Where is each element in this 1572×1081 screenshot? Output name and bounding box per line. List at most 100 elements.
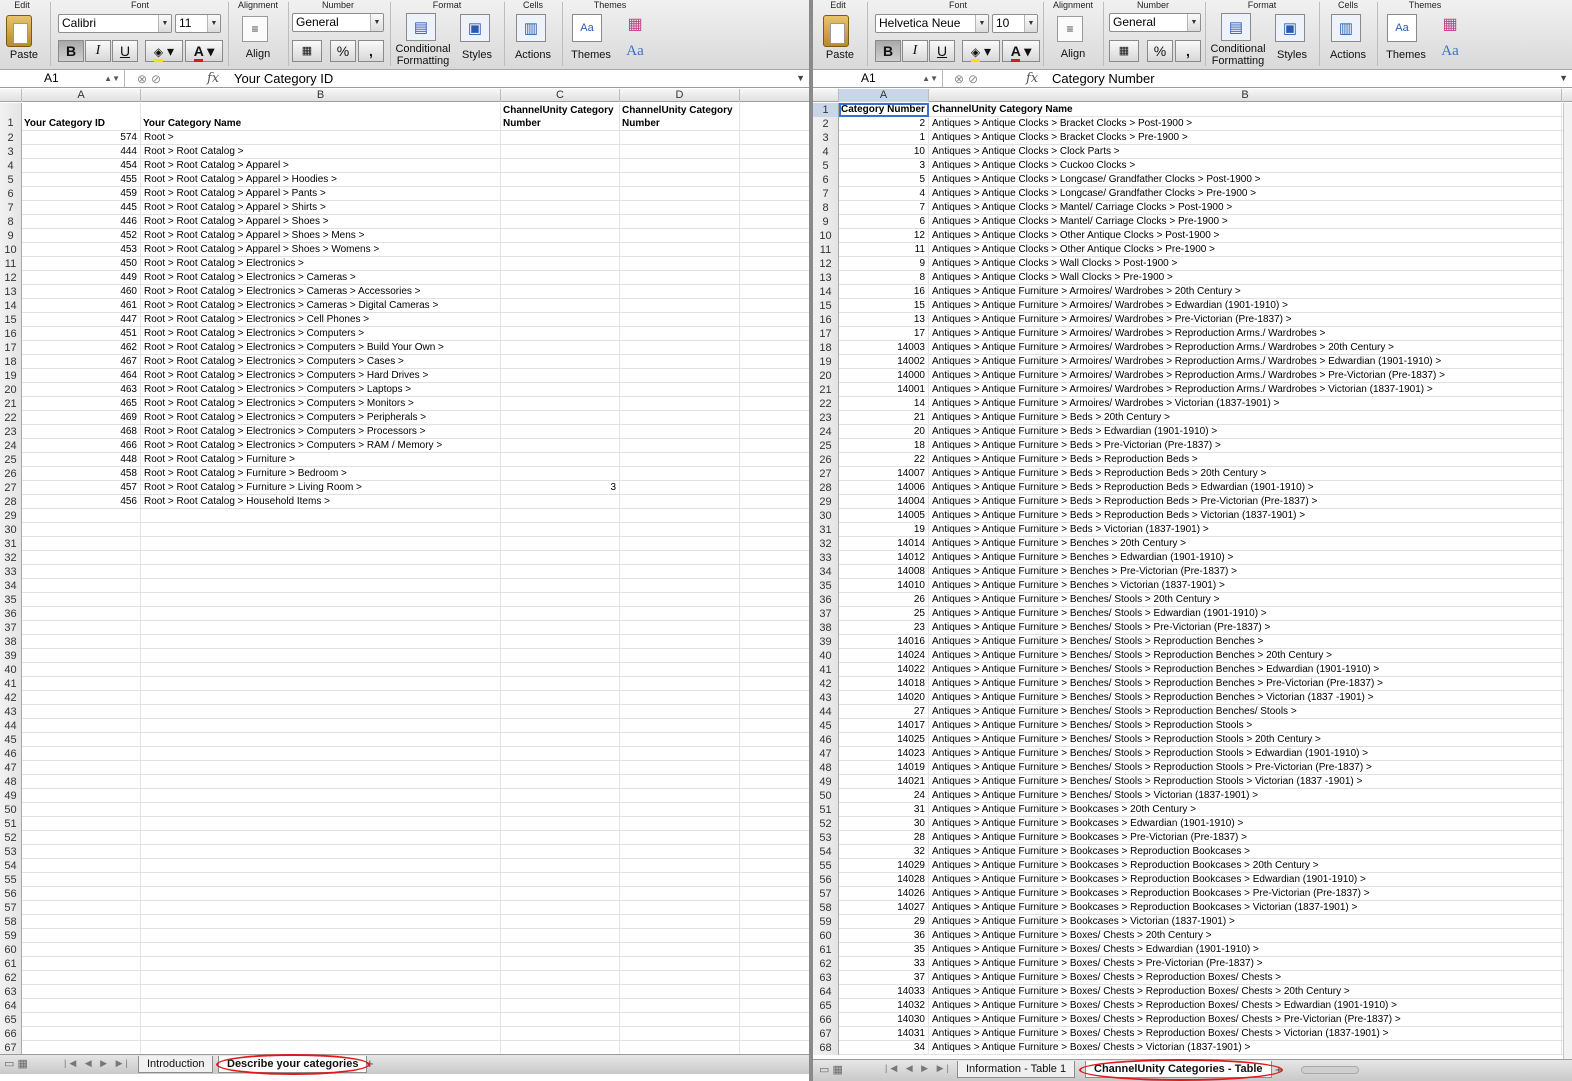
- column-header-A[interactable]: A: [839, 89, 929, 102]
- cell[interactable]: 25: [839, 607, 929, 621]
- cell[interactable]: [620, 215, 740, 229]
- sheet-navigation-arrows[interactable]: |◀ ◀ ▶ ▶|: [885, 1063, 952, 1074]
- cell[interactable]: [22, 579, 141, 593]
- cell[interactable]: [22, 971, 141, 985]
- row-number[interactable]: 2: [813, 117, 839, 131]
- cell[interactable]: [501, 915, 620, 929]
- cell[interactable]: 14028: [839, 873, 929, 887]
- cell[interactable]: [22, 649, 141, 663]
- row-number[interactable]: 32: [0, 551, 22, 565]
- cell[interactable]: Antiques > Antique Furniture > Bookcases…: [929, 915, 1562, 929]
- row-number[interactable]: 53: [0, 845, 22, 859]
- row-number[interactable]: 52: [813, 817, 839, 831]
- cell[interactable]: 12: [839, 229, 929, 243]
- row-number[interactable]: 59: [0, 929, 22, 943]
- cell[interactable]: 17: [839, 327, 929, 341]
- underline-button[interactable]: U: [112, 40, 138, 62]
- cell[interactable]: 3: [839, 159, 929, 173]
- row-number[interactable]: 62: [0, 971, 22, 985]
- cell[interactable]: 449: [22, 271, 141, 285]
- cell[interactable]: [501, 747, 620, 761]
- cell[interactable]: Antiques > Antique Furniture > Benches/ …: [929, 705, 1562, 719]
- cell[interactable]: [501, 789, 620, 803]
- cell[interactable]: [501, 579, 620, 593]
- percent-button[interactable]: %: [330, 40, 356, 62]
- cell[interactable]: [141, 691, 501, 705]
- cell[interactable]: [501, 215, 620, 229]
- number-format-select[interactable]: General ▼: [1109, 13, 1201, 32]
- sheet-tab[interactable]: Information - Table 1: [957, 1061, 1076, 1078]
- row-number[interactable]: 51: [813, 803, 839, 817]
- cell[interactable]: [22, 845, 141, 859]
- cell[interactable]: [501, 187, 620, 201]
- cell[interactable]: [501, 817, 620, 831]
- cell[interactable]: [501, 439, 620, 453]
- cell[interactable]: 27: [839, 705, 929, 719]
- font-name-select[interactable]: Helvetica Neue ▼: [875, 14, 989, 33]
- row-number[interactable]: 55: [813, 859, 839, 873]
- cell[interactable]: Antiques > Antique Furniture > Benches/ …: [929, 733, 1562, 747]
- row-number[interactable]: 64: [813, 985, 839, 999]
- cell[interactable]: [620, 677, 740, 691]
- cell[interactable]: [501, 663, 620, 677]
- cell[interactable]: [141, 859, 501, 873]
- cell[interactable]: [22, 831, 141, 845]
- cell[interactable]: [22, 985, 141, 999]
- row-number[interactable]: 10: [813, 229, 839, 243]
- cell[interactable]: [22, 817, 141, 831]
- row-number[interactable]: 43: [813, 691, 839, 705]
- row-number[interactable]: 47: [0, 761, 22, 775]
- cell[interactable]: Antiques > Antique Furniture > Benches >…: [929, 579, 1562, 593]
- cell[interactable]: 36: [839, 929, 929, 943]
- cell[interactable]: 14020: [839, 691, 929, 705]
- cell[interactable]: Antiques > Antique Furniture > Bookcases…: [929, 873, 1562, 887]
- cell[interactable]: [22, 1041, 141, 1054]
- cell[interactable]: 14008: [839, 565, 929, 579]
- select-all-corner[interactable]: [813, 89, 839, 102]
- cell[interactable]: 446: [22, 215, 141, 229]
- font-name-select[interactable]: Calibri ▼: [58, 14, 172, 33]
- cell[interactable]: 16: [839, 285, 929, 299]
- cell[interactable]: [620, 705, 740, 719]
- cell[interactable]: [501, 271, 620, 285]
- cell[interactable]: [22, 607, 141, 621]
- cell[interactable]: Antiques > Antique Furniture > Beds > Re…: [929, 481, 1562, 495]
- cell[interactable]: 14019: [839, 761, 929, 775]
- cell[interactable]: [501, 803, 620, 817]
- cell[interactable]: 467: [22, 355, 141, 369]
- cell[interactable]: [141, 579, 501, 593]
- cell[interactable]: Antiques > Antique Clocks > Bracket Cloc…: [929, 131, 1562, 145]
- row-number[interactable]: 28: [813, 481, 839, 495]
- cell[interactable]: [620, 257, 740, 271]
- align-button[interactable]: ≡ Align: [1051, 14, 1095, 64]
- row-number[interactable]: 23: [813, 411, 839, 425]
- cell[interactable]: Antiques > Antique Clocks > Wall Clocks …: [929, 257, 1562, 271]
- row-number[interactable]: 18: [0, 355, 22, 369]
- cell[interactable]: [501, 971, 620, 985]
- cell[interactable]: [620, 761, 740, 775]
- cell[interactable]: [22, 635, 141, 649]
- cell[interactable]: [141, 1041, 501, 1054]
- cell[interactable]: 29: [839, 915, 929, 929]
- cell[interactable]: Root > Root Catalog > Electronics > Comp…: [141, 425, 501, 439]
- row-number[interactable]: 15: [813, 299, 839, 313]
- cell[interactable]: [620, 817, 740, 831]
- cell[interactable]: [22, 901, 141, 915]
- cell[interactable]: Root > Root Catalog > Electronics > Comp…: [141, 355, 501, 369]
- cell[interactable]: 14006: [839, 481, 929, 495]
- column-header-B[interactable]: B: [141, 89, 501, 102]
- font-color-button[interactable]: A ▾: [185, 40, 223, 62]
- cell[interactable]: Antiques > Antique Clocks > Mantel/ Carr…: [929, 215, 1562, 229]
- cell[interactable]: [22, 1027, 141, 1041]
- cell[interactable]: [620, 691, 740, 705]
- function-icon[interactable]: fx: [1026, 70, 1038, 87]
- row-number[interactable]: 5: [813, 159, 839, 173]
- cell[interactable]: 574: [22, 131, 141, 145]
- cell[interactable]: [620, 733, 740, 747]
- row-number[interactable]: 53: [813, 831, 839, 845]
- row-number[interactable]: 34: [0, 579, 22, 593]
- cell[interactable]: 31: [839, 803, 929, 817]
- cell[interactable]: [501, 1027, 620, 1041]
- cell[interactable]: [620, 873, 740, 887]
- cell[interactable]: [501, 243, 620, 257]
